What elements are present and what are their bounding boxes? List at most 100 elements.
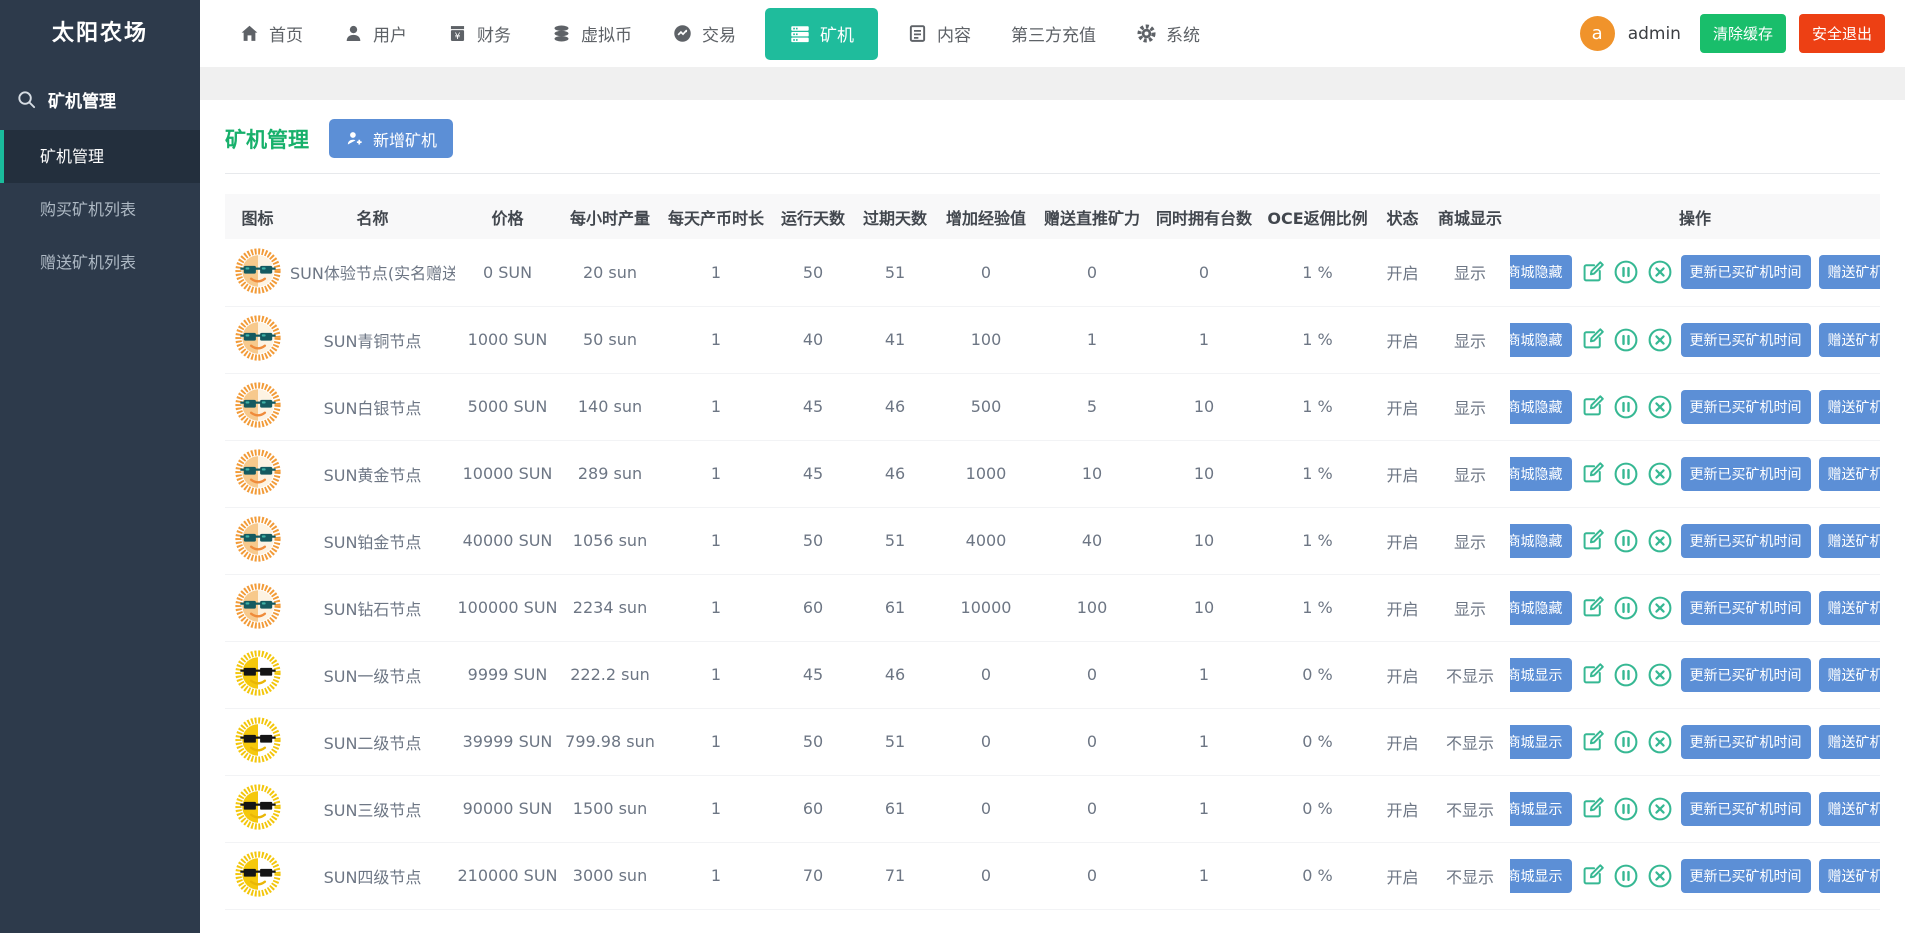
miner-gift-power: 0 (1036, 641, 1148, 709)
delete-icon[interactable] (1647, 259, 1673, 286)
sidebar-item-bought-miners[interactable]: 购买矿机列表 (0, 183, 200, 236)
update-bought-time-button[interactable]: 更新已买矿机时间 (1680, 657, 1811, 692)
nav-item-virtual-coin[interactable]: 虚拟币 (534, 0, 649, 67)
miner-daily-hours: 1 (660, 306, 772, 374)
sidebar-item-miner-manage[interactable]: 矿机管理 (0, 130, 200, 183)
edit-icon[interactable] (1580, 393, 1605, 420)
gift-miner-button[interactable]: 赠送矿机 (1818, 523, 1880, 558)
edit-icon[interactable] (1580, 259, 1605, 286)
nav-item-trade[interactable]: 交易 (655, 0, 753, 67)
miner-gift-power: 1 (1036, 306, 1148, 374)
nav-item-home[interactable]: 首页 (222, 0, 320, 67)
gift-miner-button[interactable]: 赠送矿机 (1818, 456, 1880, 491)
miner-name: SUN体验节点(实名赠送) (290, 239, 455, 307)
edit-icon[interactable] (1580, 460, 1605, 487)
shop-toggle-button[interactable]: 商城隐藏 (1510, 322, 1572, 357)
update-bought-time-button[interactable]: 更新已买矿机时间 (1680, 456, 1811, 491)
edit-icon[interactable] (1580, 728, 1605, 755)
miner-price: 5000 SUN (455, 373, 560, 441)
nav-item-miner[interactable]: 矿机 (765, 7, 878, 60)
miner-price: 40000 SUN (455, 507, 560, 575)
shop-toggle-button[interactable]: 商城隐藏 (1510, 523, 1572, 558)
nav-item-third-party-recharge[interactable]: 第三方充值 (994, 0, 1113, 67)
pause-icon[interactable] (1613, 661, 1639, 688)
miner-status: 开启 (1375, 775, 1430, 843)
nav-item-finance[interactable]: ¥ 财务 (430, 0, 528, 67)
pause-icon[interactable] (1613, 594, 1639, 621)
pause-icon[interactable] (1613, 460, 1639, 487)
miner-hourly-output: 1056 sun (560, 507, 660, 575)
gift-miner-button[interactable]: 赠送矿机 (1818, 858, 1880, 893)
delete-icon[interactable] (1647, 594, 1673, 621)
shop-toggle-button[interactable]: 商城隐藏 (1510, 389, 1572, 424)
miner-daily-hours: 1 (660, 842, 772, 910)
shop-toggle-button[interactable]: 商城隐藏 (1510, 456, 1572, 491)
gift-miner-button[interactable]: 赠送矿机 (1818, 389, 1880, 424)
pause-icon[interactable] (1613, 326, 1639, 353)
edit-icon[interactable] (1580, 326, 1605, 353)
nav-item-users[interactable]: 用户 (326, 0, 424, 67)
update-bought-time-button[interactable]: 更新已买矿机时间 (1680, 791, 1811, 826)
miner-status: 开启 (1375, 641, 1430, 709)
gift-miner-button[interactable]: 赠送矿机 (1818, 657, 1880, 692)
gift-miner-button[interactable]: 赠送矿机 (1818, 255, 1880, 290)
shop-toggle-button[interactable]: 商城隐藏 (1510, 255, 1572, 290)
nav-item-content[interactable]: 内容 (890, 0, 988, 67)
pause-icon[interactable] (1613, 862, 1639, 889)
delete-icon[interactable] (1647, 795, 1673, 822)
nav-label: 内容 (937, 26, 971, 46)
sidebar-group-label: 矿机管理 (48, 92, 116, 112)
clear-cache-button[interactable]: 清除缓存 (1699, 14, 1786, 53)
update-bought-time-button[interactable]: 更新已买矿机时间 (1680, 322, 1811, 357)
logout-button[interactable]: 安全退出 (1798, 14, 1885, 53)
update-bought-time-button[interactable]: 更新已买矿机时间 (1680, 255, 1811, 290)
nav-item-system[interactable]: 系统 (1119, 0, 1217, 67)
delete-icon[interactable] (1647, 728, 1673, 755)
miner-name: SUN二级节点 (290, 708, 455, 776)
edit-icon[interactable] (1580, 661, 1605, 688)
gift-miner-button[interactable]: 赠送矿机 (1818, 322, 1880, 357)
shop-toggle-button[interactable]: 商城显示 (1510, 791, 1572, 826)
delete-icon[interactable] (1647, 661, 1673, 688)
edit-icon[interactable] (1580, 862, 1605, 889)
miner-daily-hours: 1 (660, 440, 772, 508)
delete-icon[interactable] (1647, 460, 1673, 487)
shop-toggle-button[interactable]: 商城隐藏 (1510, 590, 1572, 625)
edit-icon[interactable] (1580, 527, 1605, 554)
miner-gift-power: 0 (1036, 239, 1148, 307)
content-icon (909, 25, 926, 42)
update-bought-time-button[interactable]: 更新已买矿机时间 (1680, 590, 1811, 625)
sidebar-group-header[interactable]: 矿机管理 (0, 67, 200, 130)
gift-miner-button[interactable]: 赠送矿机 (1818, 724, 1880, 759)
delete-icon[interactable] (1647, 862, 1673, 889)
update-bought-time-button[interactable]: 更新已买矿机时间 (1680, 858, 1811, 893)
miner-expire-days: 51 (854, 507, 936, 575)
add-miner-button[interactable]: 新增矿机 (329, 119, 454, 158)
update-bought-time-button[interactable]: 更新已买矿机时间 (1680, 389, 1811, 424)
col-icon: 图标 (225, 194, 290, 239)
pause-icon[interactable] (1613, 795, 1639, 822)
table-row: SUN体验节点(实名赠送) 0 SUN 20 sun 1 50 51 0 0 0… (225, 239, 1880, 307)
miner-exp-gain: 1000 (936, 440, 1036, 508)
sidebar-item-gifted-miners[interactable]: 赠送矿机列表 (0, 236, 200, 289)
delete-icon[interactable] (1647, 393, 1673, 420)
avatar[interactable]: a (1579, 16, 1615, 51)
pause-icon[interactable] (1613, 527, 1639, 554)
update-bought-time-button[interactable]: 更新已买矿机时间 (1680, 724, 1811, 759)
edit-icon[interactable] (1580, 594, 1605, 621)
edit-icon[interactable] (1580, 795, 1605, 822)
pause-icon[interactable] (1613, 728, 1639, 755)
gift-miner-button[interactable]: 赠送矿机 (1818, 590, 1880, 625)
delete-icon[interactable] (1647, 326, 1673, 353)
update-bought-time-button[interactable]: 更新已买矿机时间 (1680, 523, 1811, 558)
table-row: SUN三级节点 90000 SUN 1500 sun 1 60 61 0 0 1… (225, 775, 1880, 843)
miner-oce-rate: 1 % (1260, 239, 1375, 307)
shop-toggle-button[interactable]: 商城显示 (1510, 858, 1572, 893)
shop-toggle-button[interactable]: 商城显示 (1510, 724, 1572, 759)
pause-icon[interactable] (1613, 393, 1639, 420)
shop-toggle-button[interactable]: 商城显示 (1510, 657, 1572, 692)
miner-run-days: 50 (772, 708, 854, 776)
gift-miner-button[interactable]: 赠送矿机 (1818, 791, 1880, 826)
delete-icon[interactable] (1647, 527, 1673, 554)
pause-icon[interactable] (1613, 259, 1639, 286)
